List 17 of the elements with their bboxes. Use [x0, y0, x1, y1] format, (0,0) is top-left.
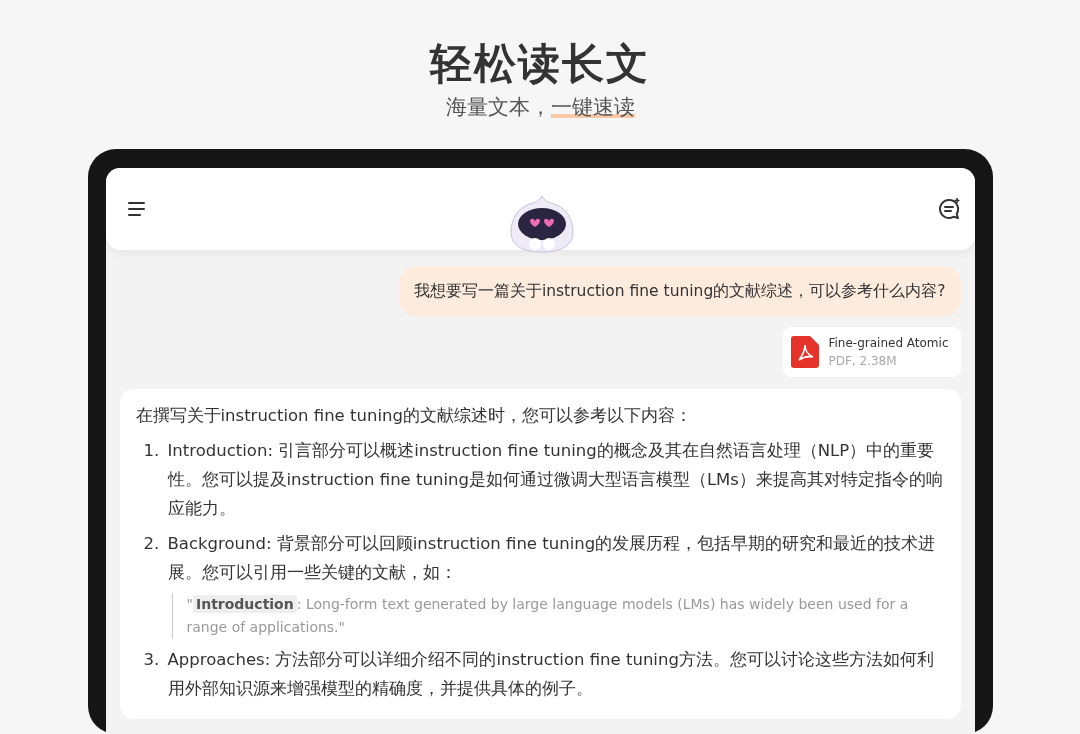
- answer-intro: 在撰写关于instruction fine tuning的文献综述时，您可以参考以下内容：: [135, 405, 693, 427]
- user-message: 我想要写一篇关于instruction fine tuning的文献综述，可以参考什么内容?: [398, 266, 961, 316]
- file-name: Fine-grained Atomic: [828, 336, 949, 350]
- quote-text: " Introduction : Long-form text generated by large language models (LMs) has widely been used for a range of applications.": [171, 593, 945, 639]
- list-item-text: Background: 背景部分可以回顾instruction fine tuning的发展历程，包括早期的研究和最近的技术进展。您可以引用一些关键的文献，如：: [167, 533, 937, 584]
- new-chat-icon[interactable]: [936, 197, 961, 221]
- subtitle-text: 海量文本，: [445, 94, 551, 121]
- list-item-text: Introduction: 引言部分可以概述instruction fine tuning的概念及其在自然语言处理（NLP）中的重要性。您可以提及instruction fine tuning是如何通过微调大型语言模型（LMs）来提高其对特定指令的响应能力。: [167, 440, 944, 520]
- list-number: 2.: [142, 533, 161, 555]
- list-item-text: Approaches: 方法部分可以详细介绍不同的instruction fine tuning方法。您可以讨论这些方法如何利用外部知识源来增强模型的精确度，并提供具体的例子。: [167, 649, 935, 700]
- file-meta: PDF, 2.38M: [828, 354, 898, 368]
- headline: 轻松读长文: [430, 38, 650, 90]
- menu-icon[interactable]: [126, 199, 147, 219]
- list-number: 3.: [142, 649, 161, 671]
- attachment-card[interactable]: Fine-grained Atomic PDF, 2.38M: [783, 327, 961, 377]
- list-number: 1.: [142, 440, 161, 462]
- pdf-file-icon: [791, 336, 820, 368]
